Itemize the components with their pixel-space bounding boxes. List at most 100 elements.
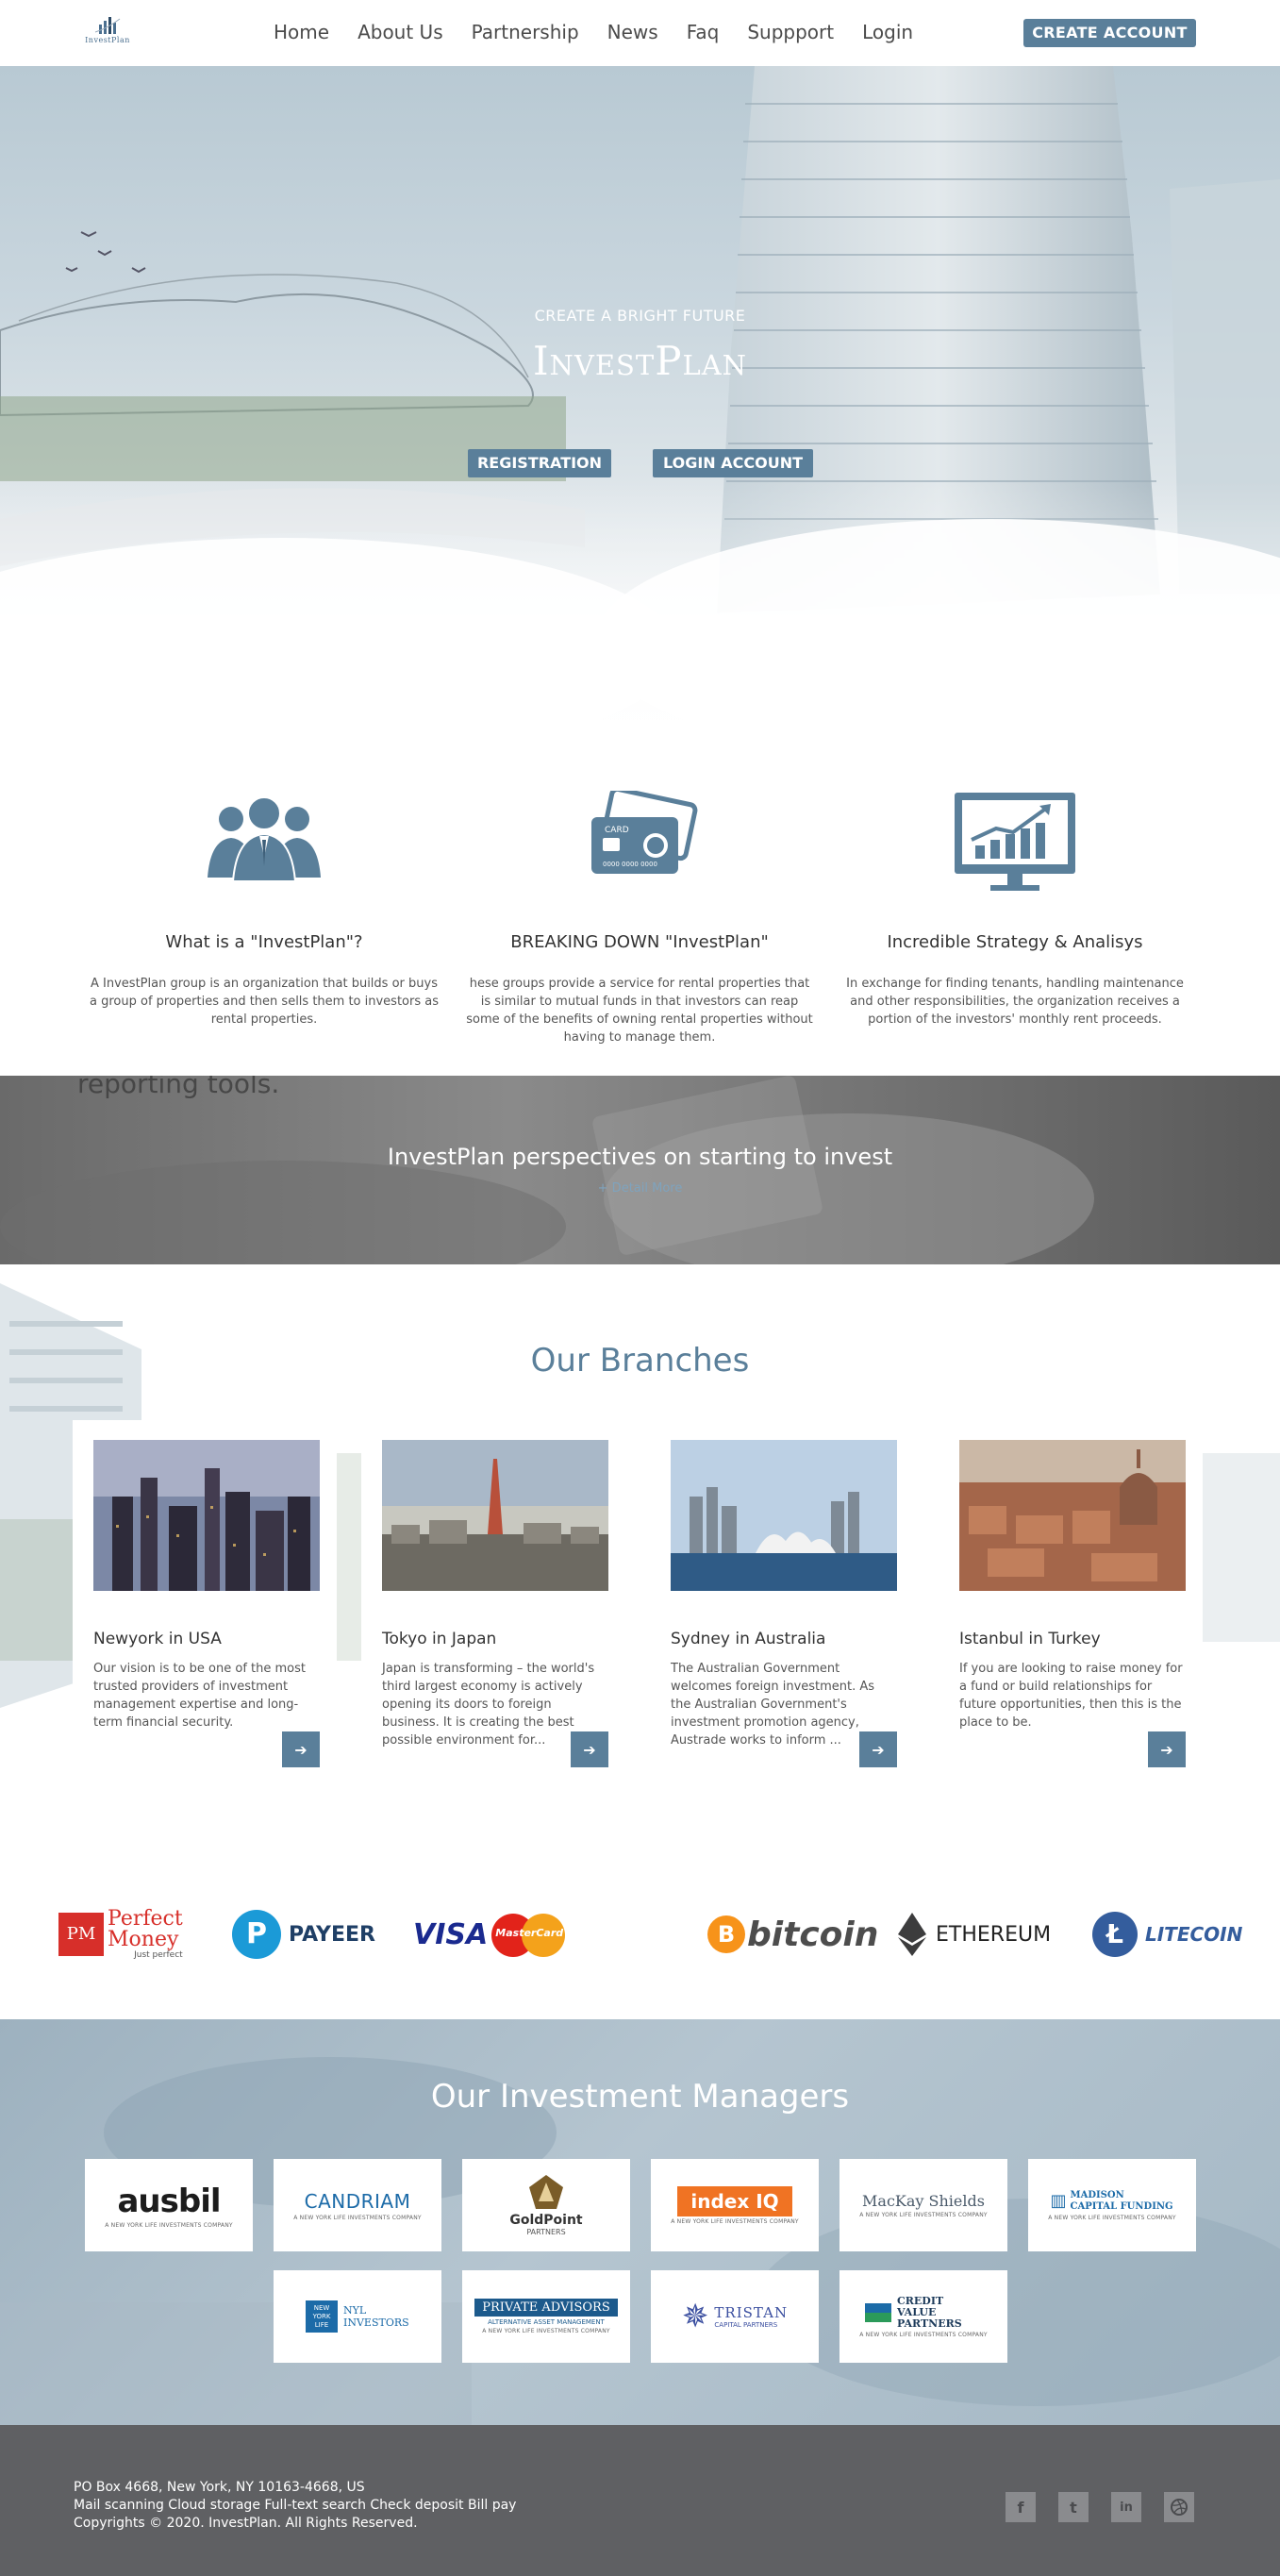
litecoin-text: LITECOIN — [1145, 1923, 1243, 1946]
feature-text: In exchange for finding tenants, handlin… — [846, 977, 1184, 1027]
madison-columns-icon: ▥ — [1050, 2191, 1067, 2211]
nav-partnership[interactable]: Partnership — [472, 19, 579, 45]
branch-title: Sydney in Australia — [671, 1630, 826, 1648]
branch-card-tokyo: Tokyo in Japan Japan is transforming – t… — [361, 1420, 625, 1788]
feature-text: hese groups provide a service for rental… — [466, 977, 813, 1045]
investment-managers-section: Our Investment Managers ausbil A NEW YOR… — [0, 2019, 1280, 2425]
feature-what-is: What is a "InvestPlan"? A InvestPlan gro… — [85, 745, 443, 1029]
visa-mastercard-logo: VISA MasterCard — [413, 1908, 567, 1961]
manager-madison-capital[interactable]: ▥ MADISON CAPITAL FUNDING A NEW YORK LIF… — [1028, 2159, 1196, 2251]
footer-copyright: Copyrights © 2020. InvestPlan. All Right… — [74, 2516, 418, 2531]
dribbble-icon[interactable] — [1164, 2492, 1194, 2522]
istanbul-photo — [959, 1440, 1186, 1591]
manager-tristan[interactable]: ✵ TRISTAN CAPITAL PARTNERS — [651, 2270, 819, 2363]
manager-mackay-shields[interactable]: MacKay Shields A NEW YORK LIFE INVESTMEN… — [839, 2159, 1007, 2251]
payeer-text: PAYEER — [289, 1922, 375, 1947]
detail-more-link[interactable]: + Detail More — [0, 1181, 1280, 1196]
ethereum-logo: ETHEREUM — [898, 1908, 1051, 1961]
features-section: What is a "InvestPlan"? A InvestPlan gro… — [0, 745, 1280, 1076]
logo-icon — [94, 17, 121, 34]
nav-support[interactable]: Suppport — [747, 19, 834, 45]
nav-login[interactable]: Login — [862, 19, 913, 45]
bitcoin-logo: B bitcoin — [707, 1908, 878, 1961]
dribbble-glyph — [1171, 2499, 1188, 2516]
footer-services: Mail scanning Cloud storage Full-text se… — [74, 2498, 517, 2513]
arrow-right-icon: ➔ — [872, 1740, 885, 1759]
logo-text: InvestPlan — [85, 36, 130, 44]
feature-title: What is a "InvestPlan"? — [165, 932, 363, 952]
arrow-right-icon: ➔ — [294, 1740, 308, 1759]
monitor-chart-icon — [955, 793, 1075, 891]
bitcoin-icon: B — [707, 1915, 745, 1953]
branch-title: Istanbul in Turkey — [959, 1630, 1101, 1648]
perspectives-banner: reporting tools. InvestPlan perspectives… — [0, 1076, 1280, 1264]
compass-star-icon: ✵ — [681, 2298, 709, 2335]
feature-text: A InvestPlan group is an organization th… — [90, 977, 439, 1027]
ethereum-icon — [898, 1913, 926, 1956]
branch-arrow-button[interactable]: ➔ — [282, 1731, 320, 1767]
feature-title: BREAKING DOWN "InvestPlan" — [510, 932, 769, 952]
nav-home[interactable]: Home — [274, 19, 329, 45]
managers-title: Our Investment Managers — [430, 2078, 850, 2116]
new-york-life-logo: NEW YORK LIFE — [306, 2300, 338, 2333]
svg-text:CARD: CARD — [605, 826, 629, 835]
credit-card-icon: CARD 0000 0000 0000 — [591, 791, 698, 874]
newyork-photo — [93, 1440, 320, 1591]
manager-ausbil[interactable]: ausbil A NEW YORK LIFE INVESTMENTS COMPA… — [85, 2159, 253, 2251]
hero-banner: CREATE A BRIGHT FUTURE InvestPlan REGIST… — [0, 66, 1280, 745]
cvp-icon — [865, 2302, 891, 2322]
nav-about-us[interactable]: About Us — [357, 19, 443, 45]
branches-section: Our Branches Newyork in USA Our vision i… — [0, 1264, 1280, 1793]
perfect-money-logo: PM Perfect Money Just perfect — [58, 1908, 183, 1961]
linkedin-icon[interactable]: in — [1111, 2492, 1141, 2522]
manager-goldpoint[interactable]: GoldPoint PARTNERS — [462, 2159, 630, 2251]
create-account-button[interactable]: CREATE ACCOUNT — [1023, 19, 1196, 47]
registration-button[interactable]: REGISTRATION — [468, 449, 611, 477]
mastercard-text: MasterCard — [495, 1927, 564, 1939]
manager-candriam[interactable]: CANDRIAM A NEW YORK LIFE INVESTMENTS COM… — [274, 2159, 441, 2251]
feature-breaking-down: CARD 0000 0000 0000 BREAKING DOWN "Inves… — [460, 745, 819, 1046]
branch-card-sydney: Sydney in Australia The Australian Gover… — [650, 1420, 914, 1788]
arrow-right-icon: ➔ — [1160, 1740, 1173, 1759]
pm-badge: PM — [58, 1913, 104, 1956]
arrow-right-icon: ➔ — [583, 1740, 596, 1759]
hero-city-illustration — [0, 66, 1280, 745]
branch-title: Newyork in USA — [93, 1630, 222, 1648]
branch-arrow-button[interactable]: ➔ — [1148, 1731, 1186, 1767]
branch-text: Our vision is to be one of the most trus… — [93, 1662, 306, 1730]
svg-text:0000 0000 0000: 0000 0000 0000 — [603, 861, 657, 868]
branch-arrow-button[interactable]: ➔ — [859, 1731, 897, 1767]
litecoin-icon: Ł — [1092, 1912, 1138, 1957]
perspectives-background — [0, 1076, 1094, 1264]
nav-faq[interactable]: Faq — [687, 19, 720, 45]
branch-text: If you are looking to raise money for a … — [959, 1662, 1183, 1730]
payment-methods: PM Perfect Money Just perfect P PAYEER V… — [0, 1793, 1280, 2019]
main-nav: Home About Us Partnership News Faq Suppp… — [259, 19, 927, 45]
login-account-button[interactable]: LOGIN ACCOUNT — [653, 449, 813, 477]
bitcoin-text: bitcoin — [747, 1915, 879, 1954]
goldpoint-icon — [529, 2174, 563, 2209]
sydney-photo — [671, 1440, 897, 1591]
facebook-icon[interactable]: f — [1006, 2492, 1036, 2522]
tokyo-photo — [382, 1440, 608, 1591]
manager-nyl-investors[interactable]: NEW YORK LIFE NYL INVESTORS — [274, 2270, 441, 2363]
logo[interactable]: InvestPlan — [81, 13, 134, 55]
ethereum-text: ETHEREUM — [936, 1922, 1052, 1947]
branch-arrow-button[interactable]: ➔ — [571, 1731, 608, 1767]
manager-indexiq[interactable]: index IQ A NEW YORK LIFE INVESTMENTS COM… — [651, 2159, 819, 2251]
footer: PO Box 4668, New York, NY 10163-4668, US… — [0, 2425, 1280, 2576]
feature-strategy: Incredible Strategy & Analisys In exchan… — [836, 745, 1194, 1029]
hero-subtitle: CREATE A BRIGHT FUTURE — [534, 307, 746, 325]
pm-name-2: Money — [108, 1928, 179, 1951]
pm-tagline: Just perfect — [134, 1950, 183, 1960]
manager-credit-value-partners[interactable]: CREDIT VALUE PARTNERS A NEW YORK LIFE IN… — [839, 2270, 1007, 2363]
people-icon — [208, 796, 321, 882]
litecoin-logo: Ł LITECOIN — [1092, 1908, 1242, 1961]
branch-title: Tokyo in Japan — [382, 1630, 497, 1648]
twitter-icon[interactable]: t — [1058, 2492, 1089, 2522]
hero-title: InvestPlan — [532, 338, 748, 384]
manager-private-advisors[interactable]: PRIVATE ADVISORS ALTERNATIVE ASSET MANAG… — [462, 2270, 630, 2363]
nav-news[interactable]: News — [607, 19, 658, 45]
branch-card-istanbul: Istanbul in Turkey If you are looking to… — [939, 1420, 1203, 1788]
payeer-logo: P PAYEER — [232, 1908, 375, 1961]
